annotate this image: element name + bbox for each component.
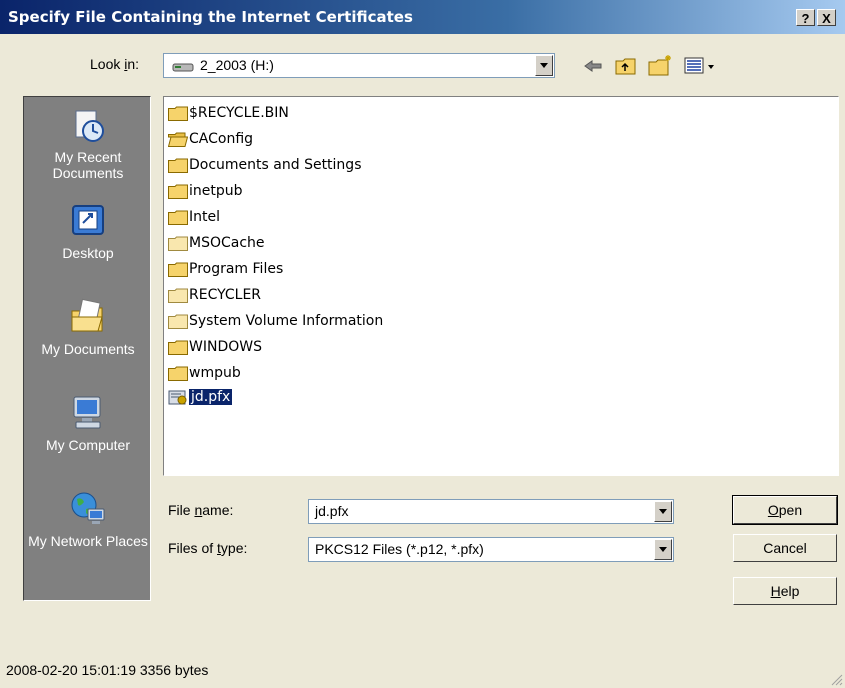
- place-my-documents[interactable]: My Documents: [24, 297, 152, 357]
- desktop-icon: [72, 205, 104, 235]
- recent-documents-icon: [75, 110, 104, 142]
- folder-icon: [168, 106, 188, 121]
- file-open-dialog: Specify File Containing the Internet Cer…: [0, 0, 845, 688]
- folder-icon: [168, 210, 188, 225]
- place-my-recent-documents[interactable]: My Recent Documents: [24, 105, 152, 181]
- folder-icon: [168, 340, 188, 355]
- folder-icon: [168, 158, 188, 173]
- file-type-label: Files of type:: [168, 540, 248, 556]
- my-documents-icon: [71, 298, 103, 332]
- status-text: 2008-02-20 15:01:19 3356 bytes: [6, 662, 209, 678]
- look-in-label: Look in:: [90, 56, 140, 72]
- drive-icon: [172, 63, 194, 72]
- place-label: My Network Places: [28, 533, 148, 549]
- place-label: My Recent Documents: [52, 149, 124, 181]
- close-button[interactable]: X: [817, 9, 836, 26]
- place-my-computer[interactable]: My Computer: [24, 393, 152, 453]
- places-bar: My Recent Documents Desktop My Documents: [23, 96, 151, 601]
- file-list[interactable]: $RECYCLE.BIN CAConfig Documents and Sett…: [163, 96, 839, 476]
- place-my-network-places[interactable]: My Network Places: [24, 489, 152, 549]
- look-in-value: 2_2003 (H:): [200, 57, 274, 73]
- network-places-icon: [71, 492, 105, 524]
- place-label: Desktop: [62, 245, 114, 261]
- folder-open-icon: [168, 132, 188, 147]
- folder-icon: [168, 366, 188, 381]
- file-type-dropdown[interactable]: PKCS12 Files (*.p12, *.pfx): [308, 537, 674, 562]
- folder-icon: [168, 236, 188, 251]
- look-in-dropdown[interactable]: 2_2003 (H:): [163, 53, 555, 78]
- chevron-down-icon[interactable]: [654, 501, 672, 522]
- file-name-input[interactable]: jd.pfx: [315, 503, 348, 519]
- open-button[interactable]: Open: [732, 495, 838, 525]
- up-folder-icon[interactable]: [615, 56, 637, 76]
- certificate-file-icon: [168, 390, 187, 405]
- my-computer-icon: [73, 396, 101, 429]
- folder-icon: [168, 184, 188, 199]
- folder-icon: [168, 314, 188, 329]
- chevron-down-icon[interactable]: [654, 539, 672, 560]
- title-bar[interactable]: Specify File Containing the Internet Cer…: [0, 0, 845, 34]
- file-type-value: PKCS12 Files (*.p12, *.pfx): [315, 541, 484, 557]
- place-label: My Computer: [45, 437, 131, 453]
- window-title: Specify File Containing the Internet Cer…: [8, 8, 413, 26]
- folder-icon: [168, 262, 188, 277]
- help-title-button[interactable]: ?: [796, 9, 815, 26]
- new-folder-icon[interactable]: [648, 54, 674, 76]
- resize-grip-icon[interactable]: [829, 672, 843, 686]
- file-name-combo[interactable]: jd.pfx: [308, 499, 674, 524]
- back-arrow-icon[interactable]: [583, 58, 603, 74]
- view-menu-icon[interactable]: [684, 57, 718, 75]
- place-desktop[interactable]: Desktop: [24, 201, 152, 261]
- file-name-label: File name:: [168, 502, 234, 518]
- help-button[interactable]: Help: [733, 577, 837, 605]
- folder-icon: [168, 288, 188, 303]
- cancel-button[interactable]: Cancel: [733, 534, 837, 562]
- chevron-down-icon[interactable]: [535, 55, 553, 76]
- place-label: My Documents: [41, 341, 135, 357]
